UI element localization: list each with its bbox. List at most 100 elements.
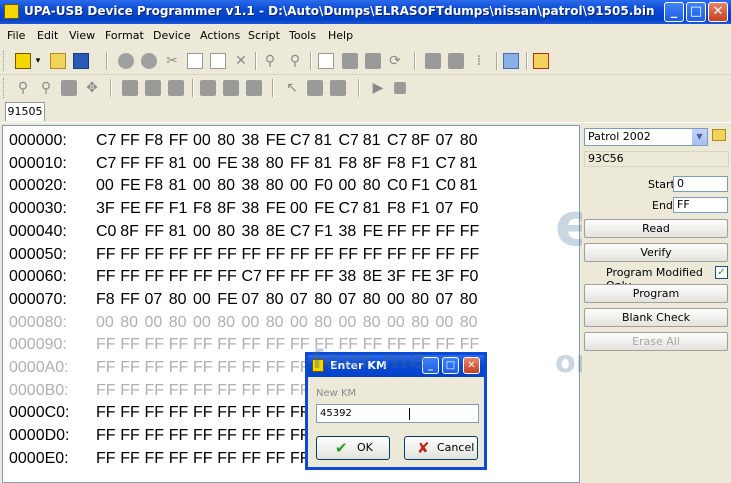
hex-byte[interactable]: 80 xyxy=(460,132,478,150)
hex-byte[interactable]: 8F xyxy=(363,155,382,173)
hex-byte[interactable]: FF xyxy=(266,427,286,445)
hex-byte[interactable]: FF xyxy=(217,450,237,468)
hex-byte[interactable]: FF xyxy=(169,427,189,445)
verify-button[interactable]: Verify xyxy=(584,243,728,262)
hex-byte[interactable]: FF xyxy=(339,246,359,264)
hex-byte[interactable]: 00 xyxy=(193,155,211,173)
hex-byte[interactable]: C7 xyxy=(290,132,310,150)
fit-icon[interactable] xyxy=(330,80,346,96)
hex-byte[interactable]: 00 xyxy=(193,223,211,241)
hex-byte[interactable]: FF xyxy=(460,223,480,241)
hex-byte[interactable]: FE xyxy=(217,155,237,173)
hex-byte[interactable]: 07 xyxy=(436,291,454,309)
move-icon[interactable]: ✥ xyxy=(84,80,100,96)
stop-icon[interactable] xyxy=(394,82,406,94)
hex-byte[interactable]: FF xyxy=(290,268,310,286)
cut-icon[interactable]: ✂ xyxy=(164,53,180,69)
hex-byte[interactable]: 80 xyxy=(266,291,284,309)
block-icon-5[interactable] xyxy=(223,80,239,96)
block-icon[interactable] xyxy=(122,80,138,96)
hex-byte[interactable]: 07 xyxy=(436,132,454,150)
hex-byte[interactable]: FF xyxy=(411,223,431,241)
hex-byte[interactable]: 00 xyxy=(387,291,405,309)
hex-byte[interactable]: FF xyxy=(217,336,237,354)
hex-byte[interactable]: FF xyxy=(266,246,286,264)
copy-icon[interactable] xyxy=(187,53,203,69)
hex-byte[interactable]: FF xyxy=(387,223,407,241)
open-folder-icon[interactable] xyxy=(50,53,66,69)
hex-byte[interactable]: FF xyxy=(145,359,165,377)
hex-byte[interactable]: F0 xyxy=(460,200,479,218)
hex-byte[interactable]: FF xyxy=(193,450,213,468)
hex-byte[interactable]: 80 xyxy=(169,291,187,309)
hex-byte[interactable]: 80 xyxy=(217,223,235,241)
hex-byte[interactable]: FF xyxy=(290,246,310,264)
hex-byte[interactable]: 07 xyxy=(145,291,163,309)
hex-byte[interactable]: 81 xyxy=(363,132,381,150)
hex-byte[interactable]: FF xyxy=(96,382,116,400)
hex-byte[interactable]: FF xyxy=(96,359,116,377)
menu-actions[interactable]: Actions xyxy=(200,29,240,42)
hex-byte[interactable]: FF xyxy=(145,200,165,218)
hex-byte[interactable]: FF xyxy=(314,246,334,264)
find-icon[interactable]: ⚲ xyxy=(262,53,278,69)
hex-byte[interactable]: FE xyxy=(217,291,237,309)
hex-byte[interactable]: 80 xyxy=(460,291,478,309)
hex-byte[interactable]: FF xyxy=(169,268,189,286)
hex-byte[interactable]: F8 xyxy=(145,177,164,195)
hex-byte[interactable]: C7 xyxy=(96,155,116,173)
dialog-maximize-button[interactable]: □ xyxy=(442,357,459,374)
close-button[interactable]: ✕ xyxy=(708,2,728,22)
hex-byte[interactable]: F8 xyxy=(96,291,115,309)
hex-byte[interactable]: 8F xyxy=(217,200,236,218)
hex-byte[interactable]: 07 xyxy=(436,200,454,218)
hex-byte[interactable]: 07 xyxy=(242,291,260,309)
hex-byte[interactable]: 00 xyxy=(339,177,357,195)
hex-byte[interactable]: 81 xyxy=(460,177,478,195)
hex-byte[interactable]: FF xyxy=(193,268,213,286)
stop-circle-icon[interactable] xyxy=(141,53,157,69)
hex-byte[interactable]: F1 xyxy=(314,223,333,241)
hex-byte[interactable]: 8F xyxy=(411,132,430,150)
hex-byte[interactable]: F0 xyxy=(314,177,333,195)
hex-byte[interactable]: FF xyxy=(242,404,262,422)
hex-byte[interactable]: C7 xyxy=(242,268,262,286)
hex-byte[interactable]: F1 xyxy=(169,200,188,218)
hex-byte[interactable]: F8 xyxy=(145,132,164,150)
hex-byte[interactable]: FF xyxy=(145,404,165,422)
window-title-bar[interactable]: UPA-USB Device Programmer v1.1 - D:\Auto… xyxy=(0,0,731,24)
hex-byte[interactable]: 80 xyxy=(217,132,235,150)
hex-byte[interactable]: FF xyxy=(169,132,189,150)
hex-byte[interactable]: 00 xyxy=(193,132,211,150)
menu-script[interactable]: Script xyxy=(248,29,280,42)
menu-file[interactable]: File xyxy=(7,29,25,42)
hex-byte[interactable]: FF xyxy=(145,246,165,264)
hex-byte[interactable]: FF xyxy=(145,450,165,468)
hex-byte[interactable]: 38 xyxy=(242,177,260,195)
hex-byte[interactable]: 8F xyxy=(120,223,139,241)
dialog-title-bar[interactable]: Enter KM _ □ ✕ xyxy=(308,355,484,377)
hex-byte[interactable]: FF xyxy=(193,427,213,445)
hex-byte[interactable]: FF xyxy=(169,404,189,422)
hex-byte[interactable]: FF xyxy=(411,246,431,264)
hex-byte[interactable]: FF xyxy=(217,404,237,422)
hex-byte[interactable]: 81 xyxy=(314,132,332,150)
hex-byte[interactable]: FF xyxy=(145,382,165,400)
hex-byte[interactable]: FF xyxy=(266,450,286,468)
hex-byte[interactable]: 80 xyxy=(217,314,235,332)
hex-byte[interactable]: 00 xyxy=(193,291,211,309)
hex-byte[interactable]: FF xyxy=(217,268,237,286)
hex-byte[interactable]: 00 xyxy=(242,314,260,332)
menu-format[interactable]: Format xyxy=(105,29,144,42)
hex-byte[interactable]: FE xyxy=(314,200,334,218)
hex-byte[interactable]: 00 xyxy=(193,177,211,195)
block-icon-2[interactable] xyxy=(145,80,161,96)
hex-byte[interactable]: F1 xyxy=(411,155,430,173)
hex-byte[interactable]: F1 xyxy=(411,177,430,195)
hex-byte[interactable]: FF xyxy=(169,382,189,400)
grid-icon[interactable]: ⁞ xyxy=(471,53,487,69)
hex-editor[interactable]: 000000: C7 FF F8 FF 00 80 38 FE C7 81 C7 81 C7 8F 07 80 0… xyxy=(2,125,580,483)
hex-byte[interactable]: 80 xyxy=(363,314,381,332)
hex-byte[interactable]: FF xyxy=(145,268,165,286)
hex-byte[interactable]: 80 xyxy=(411,291,429,309)
